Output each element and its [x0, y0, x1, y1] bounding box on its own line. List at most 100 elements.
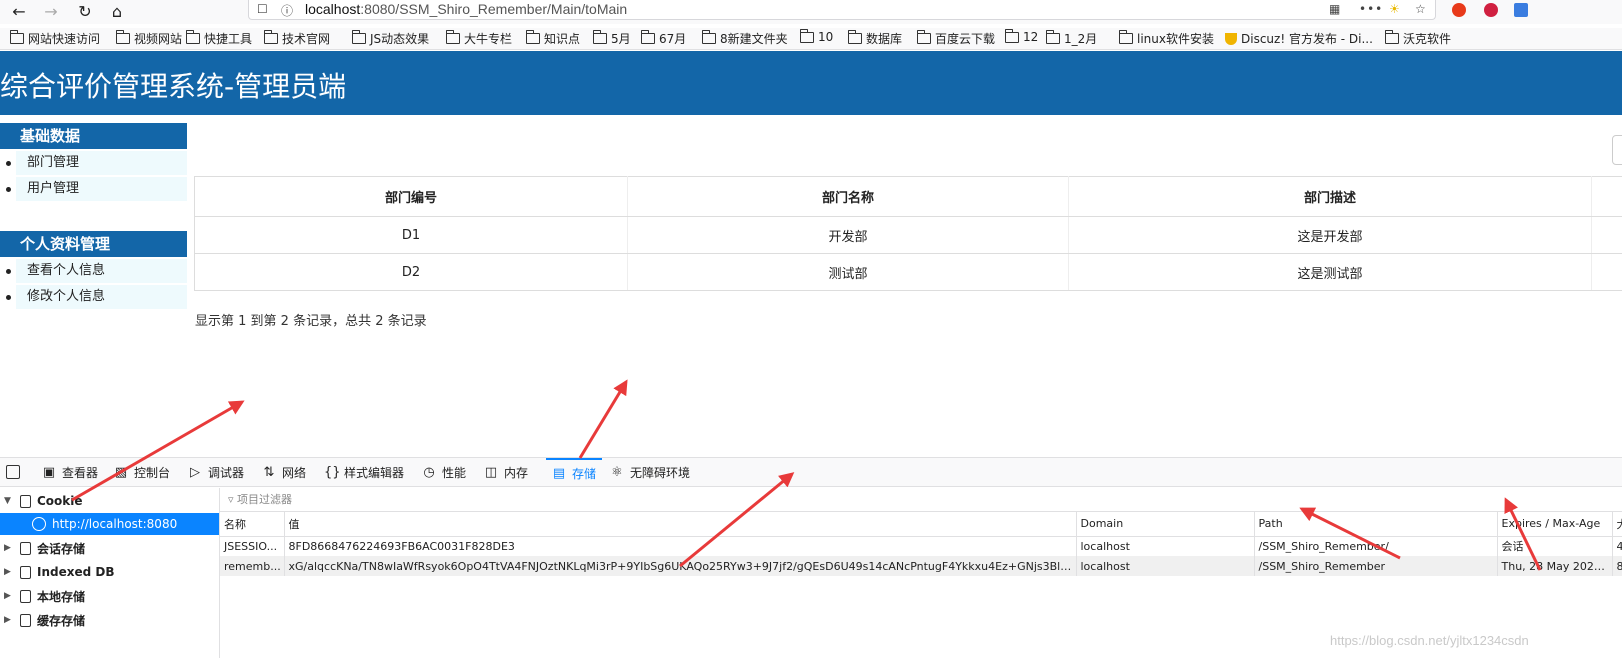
tree-label: Indexed DB — [37, 565, 115, 579]
bookmark-item[interactable]: 1_2月 — [1046, 30, 1097, 47]
bookmark-item[interactable]: 8新建文件夹 — [702, 30, 788, 47]
column-header-extra — [1591, 176, 1622, 217]
app-header: 综合评价管理系统-管理员端 — [0, 51, 1622, 115]
bookmark-label: 知识点 — [544, 32, 581, 46]
column-header[interactable]: 名称 — [220, 512, 285, 537]
bookmark-item[interactable]: 12 — [1005, 28, 1038, 44]
bookmark-label: 10 — [818, 30, 834, 44]
tab-performance[interactable]: ◷ 性能 — [422, 458, 466, 487]
bookmark-item[interactable]: 10 — [800, 28, 834, 44]
bookmark-label: 网站快速访问 — [28, 32, 101, 46]
tab-network[interactable]: ⇅ 网络 — [262, 458, 306, 487]
info-icon[interactable]: ⓘ — [281, 2, 293, 19]
qr-code-icon[interactable]: ▦ — [1329, 2, 1340, 16]
bookmark-label: 67月 — [659, 32, 687, 46]
tree-item-session-storage[interactable]: ▶ 会话存储 — [0, 537, 219, 559]
reload-icon[interactable]: ↻ — [74, 0, 96, 22]
column-header[interactable]: 部门描述 — [1068, 176, 1592, 217]
folder-icon — [186, 30, 200, 44]
network-icon: ⇅ — [263, 465, 275, 480]
expanded-arrow-icon[interactable]: ▼ — [4, 496, 14, 506]
collapsed-arrow-icon[interactable]: ▶ — [4, 615, 14, 625]
bookmark-item[interactable]: 网站快速访问 — [10, 30, 100, 47]
tab-accessibility[interactable]: ⚛ 无障碍环境 — [610, 458, 690, 487]
cookie-size: 84 — [1612, 556, 1622, 576]
bookmark-item[interactable]: 大牛专栏 — [446, 30, 512, 47]
column-header[interactable]: 部门名称 — [627, 176, 1069, 217]
column-header[interactable]: 部门编号 — [194, 176, 628, 217]
home-icon[interactable]: ⌂ — [106, 0, 128, 22]
bookmark-label: 百度云下载 — [935, 32, 996, 46]
filter-input[interactable]: ▿ 项目过滤器 — [220, 488, 1622, 512]
url-host: localhost — [305, 1, 361, 17]
profile-extension-icon[interactable] — [1514, 3, 1528, 17]
sidebar-item-user[interactable]: 用户管理 — [6, 177, 187, 201]
bookmark-item[interactable]: linux软件安装 — [1119, 30, 1214, 47]
table-cell: 这是测试部 — [1068, 253, 1592, 291]
tree-label: Cookie — [37, 494, 83, 508]
sidebar-item-view-profile[interactable]: 查看个人信息 — [6, 259, 187, 283]
url-text[interactable]: localhost:8080/SSM_Shiro_Remember/Main/t… — [305, 1, 627, 17]
bookmark-item[interactable]: 67月 — [641, 30, 686, 47]
tree-item-cache-storage[interactable]: ▶ 缓存存储 — [0, 609, 219, 631]
column-header[interactable]: Domain — [1076, 512, 1255, 537]
bookmark-item[interactable]: 视频网站 — [116, 30, 182, 47]
bookmark-item[interactable]: 百度云下载 — [917, 30, 995, 47]
sidebar-item-edit-profile[interactable]: 修改个人信息 — [6, 285, 187, 309]
bookmark-item[interactable]: 知识点 — [526, 30, 580, 47]
element-picker-icon[interactable] — [6, 465, 20, 479]
block-extension-icon[interactable] — [1484, 3, 1498, 17]
tab-style-editor[interactable]: {} 样式编辑器 — [324, 458, 404, 487]
table-row[interactable]: D1 开发部 这是开发部 — [194, 216, 1622, 254]
sidebar-item-department[interactable]: 部门管理 — [6, 151, 187, 175]
column-header[interactable]: Path — [1254, 512, 1498, 537]
bookmark-label: Discuz! 官方发布 - Di... — [1241, 32, 1373, 46]
tree-item-indexed-db[interactable]: ▶ Indexed DB — [0, 561, 219, 583]
column-header[interactable]: Expires / Max-Age — [1497, 512, 1613, 537]
tree-item-cookie-host[interactable]: http://localhost:8080 — [0, 513, 219, 535]
collapsed-arrow-icon[interactable]: ▶ — [4, 591, 14, 601]
database-icon — [20, 565, 31, 579]
bookmark-label: 沃克软件 — [1403, 32, 1452, 46]
collapsed-arrow-icon[interactable]: ▶ — [4, 567, 14, 577]
globe-icon — [32, 517, 46, 531]
column-header[interactable]: 大 — [1612, 512, 1622, 537]
folder-icon — [526, 30, 540, 44]
bookmark-item[interactable]: 5月 — [593, 30, 631, 47]
bookmark-label: 数据库 — [866, 32, 903, 46]
more-icon[interactable]: ••• — [1359, 2, 1383, 16]
cookie-domain: localhost — [1076, 556, 1255, 576]
table-row[interactable]: JSESSIO... 8FD8668476224693FB6AC0031F828… — [220, 536, 1622, 556]
cookie-name: rememb... — [220, 556, 285, 576]
shield-icon[interactable]: ☐ — [257, 2, 268, 16]
url-bar[interactable]: ☐ ⓘ localhost:8080/SSM_Shiro_Remember/Ma… — [248, 0, 1436, 20]
tab-label: 无障碍环境 — [630, 466, 691, 480]
tab-memory[interactable]: ◫ 内存 — [484, 458, 528, 487]
table-row[interactable]: rememb... xG/alqccKNa/TN8wIaWfRsyok6OpO4… — [220, 556, 1622, 576]
folder-icon — [848, 30, 862, 44]
tab-storage[interactable]: ▤ 存储 — [546, 458, 603, 487]
bookmark-item[interactable]: Discuz! 官方发布 - Di... — [1225, 30, 1373, 47]
back-icon[interactable]: ← — [8, 0, 30, 22]
table-cell: 测试部 — [627, 253, 1069, 291]
bookmark-item[interactable]: 数据库 — [848, 30, 902, 47]
star-icon[interactable]: ☆ — [1415, 2, 1426, 16]
column-header[interactable]: 值 — [284, 512, 1077, 537]
tree-item-cookie[interactable]: ▼ Cookie — [0, 490, 219, 512]
tree-item-local-storage[interactable]: ▶ 本地存储 — [0, 585, 219, 607]
table-row[interactable]: D2 测试部 这是测试部 — [194, 253, 1622, 291]
collapsed-arrow-icon[interactable]: ▶ — [4, 543, 14, 553]
tab-debugger[interactable]: ▷ 调试器 — [188, 458, 244, 487]
tree-label: http://localhost:8080 — [52, 517, 178, 531]
bookmark-item[interactable]: JS动态效果 — [352, 30, 429, 47]
bookmark-item[interactable]: 沃克软件 — [1385, 30, 1451, 47]
tab-inspector[interactable]: ▣ 查看器 — [42, 458, 98, 487]
folder-icon — [10, 30, 24, 44]
tab-console[interactable]: ▧ 控制台 — [114, 458, 170, 487]
bookmark-item[interactable]: 技术官网 — [264, 30, 330, 47]
extension-icon[interactable] — [1452, 3, 1466, 17]
forward-icon[interactable]: → — [40, 0, 62, 22]
bookmark-item[interactable]: 快捷工具 — [186, 30, 252, 47]
sun-icon[interactable]: ☀ — [1389, 2, 1400, 16]
toolbar-button[interactable] — [1612, 135, 1622, 165]
